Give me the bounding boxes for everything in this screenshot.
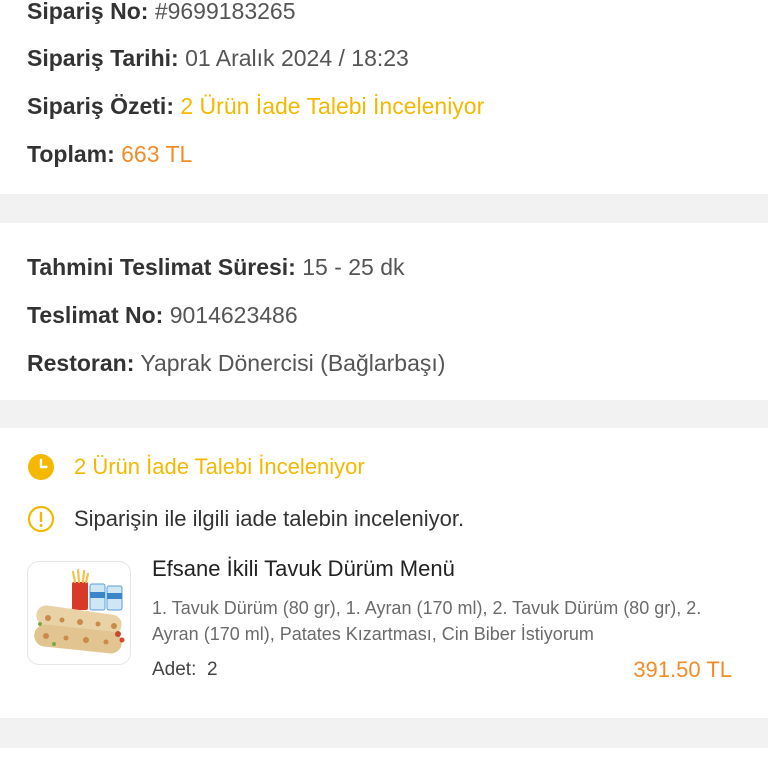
order-summary-card: Sipariş No: #9699183265 Sipariş Tarihi: … bbox=[0, 0, 768, 194]
order-summary-label: Sipariş Özeti: bbox=[27, 93, 174, 119]
refund-status-card: 2 Ürün İade Talebi İnceleniyor Siparişin… bbox=[0, 428, 768, 718]
restaurant-value: Yaprak Dönercisi (Bağlarbaşı) bbox=[140, 350, 446, 376]
next-card bbox=[0, 748, 768, 768]
delivery-number-label: Teslimat No: bbox=[27, 302, 164, 328]
refund-status-text: 2 Ürün İade Talebi İnceleniyor bbox=[74, 454, 365, 479]
restaurant-row: Restoran: Yaprak Dönercisi (Bağlarbaşı) bbox=[27, 349, 445, 377]
product-description: 1. Tavuk Dürüm (80 gr), 1. Ayran (170 ml… bbox=[152, 598, 702, 644]
product-name: Efsane İkili Tavuk Dürüm Menü bbox=[152, 556, 455, 581]
delivery-eta-label: Tahmini Teslimat Süresi: bbox=[27, 254, 296, 280]
product-quantity: Adet: 2 bbox=[152, 659, 218, 681]
order-total-label: Toplam: bbox=[27, 141, 115, 167]
order-total-value: 663 TL bbox=[121, 141, 193, 167]
restaurant-label: Restoran: bbox=[27, 350, 135, 376]
quantity-label: Adet: bbox=[152, 659, 197, 680]
order-date-label: Sipariş Tarihi: bbox=[27, 45, 179, 71]
delivery-number-value: 9014623486 bbox=[169, 302, 298, 328]
product-price: 391.50 TL bbox=[633, 657, 732, 682]
info-icon bbox=[27, 505, 55, 533]
order-number-label: Sipariş No: bbox=[27, 0, 149, 24]
delivery-number-row: Teslimat No: 9014623486 bbox=[27, 301, 298, 329]
order-summary-value: 2 Ürün İade Talebi İnceleniyor bbox=[180, 93, 485, 119]
clock-icon bbox=[27, 453, 55, 481]
order-number-value: #9699183265 bbox=[154, 0, 296, 24]
quantity-value: 2 bbox=[206, 659, 218, 680]
order-number-row: Sipariş No: #9699183265 bbox=[27, 0, 296, 25]
order-date-value: 01 Aralık 2024 / 18:23 bbox=[185, 45, 409, 71]
refund-status-row: 2 Ürün İade Talebi İnceleniyor bbox=[27, 452, 365, 482]
order-date-row: Sipariş Tarihi: 01 Aralık 2024 / 18:23 bbox=[27, 44, 409, 72]
refund-info-text: Siparişin ile ilgili iade talebin incele… bbox=[74, 506, 465, 531]
delivery-eta-row: Tahmini Teslimat Süresi: 15 - 25 dk bbox=[27, 253, 405, 281]
product-image bbox=[27, 561, 131, 665]
order-summary-row: Sipariş Özeti: 2 Ürün İade Talebi İncele… bbox=[27, 92, 484, 120]
delivery-info-card: Tahmini Teslimat Süresi: 15 - 25 dk Tesl… bbox=[0, 223, 768, 400]
refund-info-row: Siparişin ile ilgili iade talebin incele… bbox=[27, 504, 464, 534]
delivery-eta-value: 15 - 25 dk bbox=[302, 254, 405, 280]
order-total-row: Toplam: 663 TL bbox=[27, 140, 192, 168]
